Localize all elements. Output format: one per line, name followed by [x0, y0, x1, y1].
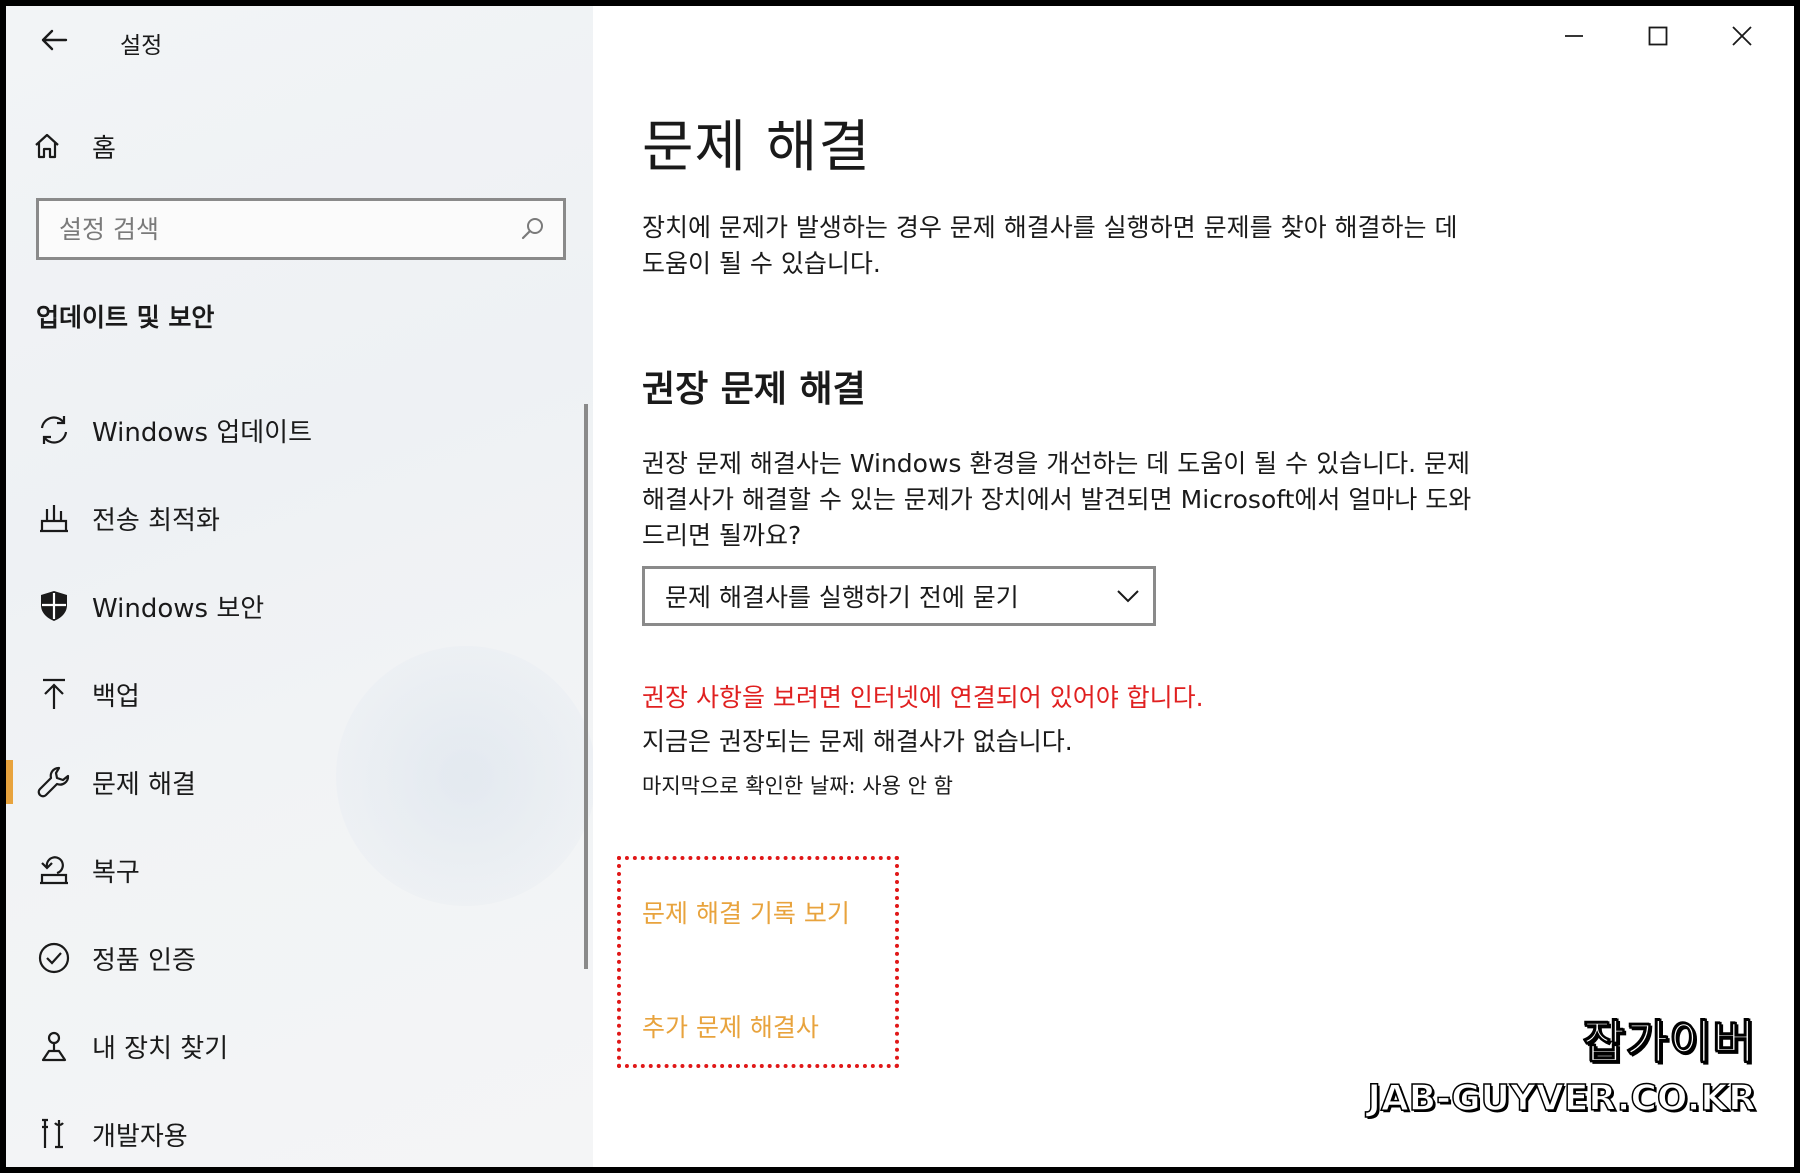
maximize-icon — [1648, 26, 1668, 46]
sidebar-item-windows-security[interactable]: Windows 보안 — [6, 562, 586, 650]
sidebar-item-recovery[interactable]: 복구 — [6, 826, 586, 914]
watermark-domain: JAB-GUYVER.CO.KR — [1367, 1077, 1757, 1120]
window-controls — [1532, 6, 1784, 66]
sidebar-item-label: Windows 보안 — [92, 593, 265, 624]
app-title: 설정 — [120, 33, 163, 59]
recommended-description: 권장 문제 해결사는 Windows 환경을 개선하는 데 도움이 될 수 있습… — [642, 449, 1472, 550]
page-title: 문제 해결 — [642, 115, 871, 180]
sidebar-item-label: 백업 — [92, 681, 140, 712]
sidebar-item-label: 정품 인증 — [92, 945, 196, 976]
view-history-link[interactable]: 문제 해결 기록 보기 — [642, 894, 850, 930]
chevron-down-icon — [1103, 588, 1153, 604]
status-text: 지금은 권장되는 문제 해결사가 없습니다. — [642, 727, 1073, 756]
intro-text: 장치에 문제가 발생하는 경우 문제 해결사를 실행하면 문제를 찾아 해결하는… — [642, 213, 1458, 278]
wrench-icon — [32, 760, 76, 804]
back-arrow-icon — [41, 29, 68, 51]
dropdown-value: 문제 해결사를 실행하기 전에 묻기 — [665, 583, 1019, 612]
close-icon — [1732, 26, 1752, 46]
sidebar-item-activation[interactable]: 정품 인증 — [6, 914, 586, 1002]
back-button[interactable] — [30, 20, 78, 60]
sidebar-item-label: 복구 — [92, 857, 140, 888]
sidebar-item-troubleshoot[interactable]: 문제 해결 — [6, 738, 586, 826]
sidebar-item-backup[interactable]: 백업 — [6, 650, 586, 738]
sidebar-scrollbar[interactable] — [584, 404, 588, 969]
watermark: 잡가이버 JAB-GUYVER.CO.KR — [1367, 1006, 1757, 1120]
sidebar-item-windows-update[interactable]: Windows 업데이트 — [6, 386, 586, 474]
sidebar-item-label: 문제 해결 — [92, 769, 196, 800]
watermark-korean: 잡가이버 — [1582, 1015, 1756, 1070]
recovery-icon — [32, 848, 76, 892]
recommended-title: 권장 문제 해결 — [642, 369, 866, 410]
minimize-icon — [1565, 35, 1583, 37]
home-icon — [35, 133, 59, 159]
search-icon[interactable] — [513, 209, 553, 249]
maximize-button[interactable] — [1616, 6, 1700, 66]
additional-troubleshooters-link[interactable]: 추가 문제 해결사 — [642, 1008, 819, 1044]
settings-search — [36, 198, 566, 260]
search-input[interactable] — [39, 201, 513, 257]
sidebar: 설정 홈 업데이트 및 보안 — [6, 6, 593, 1167]
sidebar-item-find-my-device[interactable]: 내 장치 찾기 — [6, 1002, 586, 1090]
settings-window: 설정 홈 업데이트 및 보안 — [6, 6, 1794, 1167]
minimize-button[interactable] — [1532, 6, 1616, 66]
internet-warning: 권장 사항을 보려면 인터넷에 연결되어 있어야 합니다. — [642, 683, 1204, 712]
sidebar-item-label: 전송 최적화 — [92, 505, 220, 536]
sidebar-item-label: 내 장치 찾기 — [92, 1033, 229, 1064]
delivery-optimization-icon — [32, 496, 76, 540]
main-content: 문제 해결 장치에 문제가 발생하는 경우 문제 해결사를 실행하면 문제를 찾… — [593, 6, 1794, 1167]
home-label: 홈 — [92, 133, 116, 164]
last-checked-text: 마지막으로 확인한 날짜: 사용 안 함 — [642, 774, 953, 798]
developer-tools-icon — [32, 1112, 76, 1156]
sidebar-item-developers[interactable]: 개발자용 — [6, 1090, 586, 1167]
sidebar-home[interactable]: 홈 — [32, 124, 116, 168]
shield-icon — [32, 584, 76, 628]
sidebar-nav: Windows 업데이트 전송 최적화 Windows 보안 백업 문제 해결 … — [6, 386, 586, 1167]
backup-arrow-icon — [32, 672, 76, 716]
sidebar-item-label: Windows 업데이트 — [92, 417, 313, 448]
close-button[interactable] — [1700, 6, 1784, 66]
section-heading: 업데이트 및 보안 — [36, 303, 215, 332]
find-device-icon — [32, 1024, 76, 1068]
sidebar-item-delivery-optimization[interactable]: 전송 최적화 — [6, 474, 586, 562]
check-circle-icon — [32, 936, 76, 980]
sidebar-item-label: 개발자용 — [92, 1121, 188, 1152]
troubleshooter-preference-dropdown[interactable]: 문제 해결사를 실행하기 전에 묻기 — [642, 566, 1156, 626]
sync-icon — [32, 408, 76, 452]
